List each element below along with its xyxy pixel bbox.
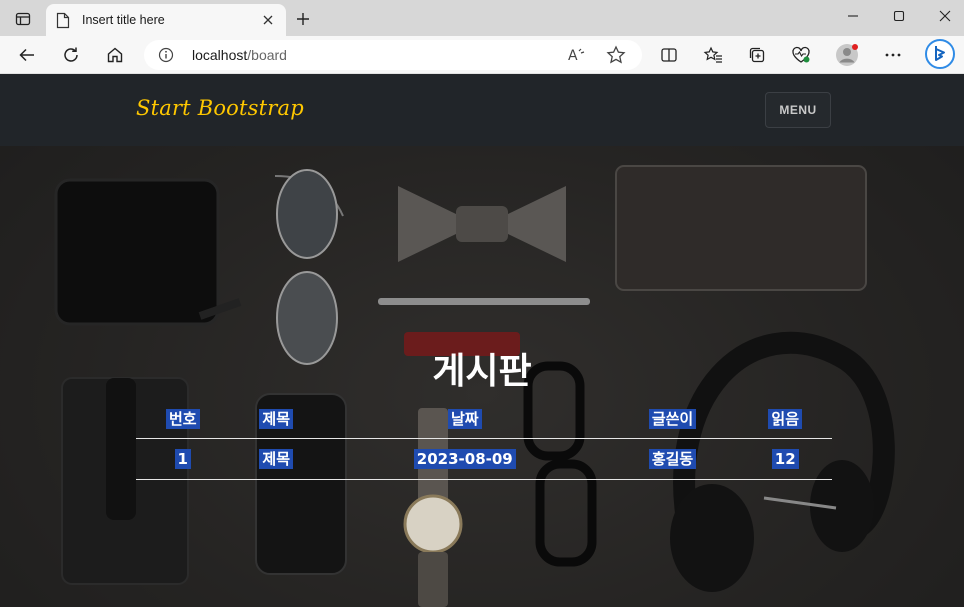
- column-header: 읽음: [738, 400, 832, 438]
- tab-title: Insert title here: [82, 13, 165, 27]
- url-host: localhost: [192, 47, 248, 63]
- web-page: Start Bootstrap MENU 게시판 번호 제목 날짜 글쓴이 읽음…: [0, 74, 964, 607]
- board-table: 번호 제목 날짜 글쓴이 읽음 1 제목 2023-08-09 홍길동 12: [136, 400, 832, 480]
- url-path: /board: [247, 47, 287, 63]
- collections-icon[interactable]: [744, 42, 770, 68]
- browser-tab[interactable]: Insert title here: [46, 4, 286, 36]
- profile-avatar[interactable]: [834, 42, 860, 68]
- refresh-icon[interactable]: [58, 42, 84, 68]
- browser-essentials-icon[interactable]: [788, 42, 814, 68]
- svg-text:A: A: [568, 48, 578, 64]
- browser-toolbar: localhost/board A: [0, 36, 964, 74]
- table-cell-number: 1: [136, 438, 229, 479]
- maximize-icon[interactable]: [885, 5, 913, 27]
- board-section: 게시판 번호 제목 날짜 글쓴이 읽음 1 제목 2023-08-09 홍길동 …: [0, 74, 964, 607]
- column-header: 글쓴이: [607, 400, 739, 438]
- more-options-icon[interactable]: [880, 42, 906, 68]
- minimize-icon[interactable]: [839, 5, 867, 27]
- site-info-icon[interactable]: [158, 47, 174, 63]
- split-screen-icon[interactable]: [656, 42, 682, 68]
- close-tab-icon[interactable]: [260, 12, 276, 28]
- table-cell-views: 12: [738, 438, 832, 479]
- url-text[interactable]: localhost/board: [192, 47, 287, 63]
- column-header: 날짜: [323, 400, 607, 438]
- page-icon: [56, 12, 70, 28]
- page-title: 게시판: [432, 351, 532, 392]
- browser-tab-bar: Insert title here: [0, 0, 964, 36]
- new-tab-icon[interactable]: [292, 8, 314, 30]
- table-header-row: 번호 제목 날짜 글쓴이 읽음: [136, 400, 832, 438]
- column-header: 제목: [229, 400, 322, 438]
- home-icon[interactable]: [102, 42, 128, 68]
- read-aloud-icon[interactable]: A: [566, 45, 588, 65]
- tab-actions-icon[interactable]: [10, 8, 36, 30]
- address-bar[interactable]: localhost/board A: [144, 40, 642, 70]
- table-cell-author: 홍길동: [607, 438, 739, 479]
- table-cell-date: 2023-08-09: [323, 438, 607, 479]
- favorites-icon[interactable]: [700, 42, 726, 68]
- close-window-icon[interactable]: [931, 5, 959, 27]
- bing-chat-icon[interactable]: [924, 38, 956, 70]
- favorite-star-icon[interactable]: [606, 45, 626, 65]
- back-icon[interactable]: [14, 42, 40, 68]
- column-header: 번호: [136, 400, 229, 438]
- table-cell-title[interactable]: 제목: [229, 438, 322, 479]
- table-row[interactable]: 1 제목 2023-08-09 홍길동 12: [136, 438, 832, 479]
